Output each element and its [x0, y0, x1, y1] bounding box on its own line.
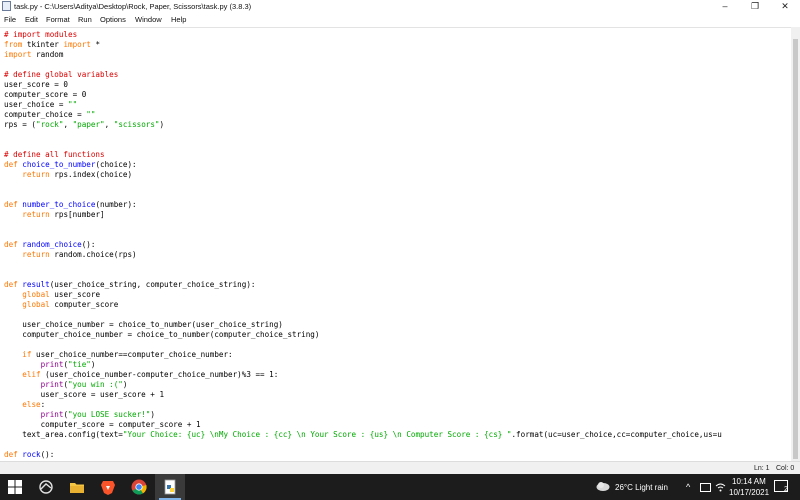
- folder-icon: [70, 483, 84, 493]
- menu-format[interactable]: Format: [46, 13, 70, 26]
- weather-text[interactable]: 26°C Light rain: [615, 483, 668, 492]
- clock-time[interactable]: 10:14 AM: [732, 477, 766, 486]
- task-view-icon: [39, 480, 53, 494]
- chrome-browser-button[interactable]: [124, 474, 154, 500]
- minimize-button[interactable]: –: [710, 0, 740, 13]
- code-editor[interactable]: # import modules from tkinter import * i…: [0, 27, 791, 462]
- close-button[interactable]: ✕: [770, 0, 800, 13]
- maximize-button[interactable]: ❐: [740, 0, 770, 13]
- network-icon[interactable]: [700, 483, 711, 492]
- cloud-rain-icon: [596, 482, 610, 491]
- menu-options[interactable]: Options: [100, 13, 126, 26]
- idle-editor-button[interactable]: [155, 474, 185, 500]
- python-file-icon: [164, 479, 176, 495]
- clock-date[interactable]: 10/17/2021: [729, 488, 769, 497]
- chrome-icon: [131, 479, 147, 495]
- status-bar: Ln: 1 Col: 0: [0, 461, 800, 475]
- window-title: task.py - C:\Users\Aditya\Desktop\Rock, …: [14, 2, 252, 11]
- code-text[interactable]: # import modules from tkinter import * i…: [4, 30, 722, 462]
- brave-browser-button[interactable]: [93, 474, 123, 500]
- menu-run[interactable]: Run: [78, 13, 92, 26]
- menu-window[interactable]: Window: [135, 13, 162, 26]
- taskbar: 26°C Light rain ^ 10:14 AM 10/17/2021 2: [0, 474, 800, 500]
- task-view-button[interactable]: [31, 474, 61, 500]
- menu-file[interactable]: File: [4, 13, 16, 26]
- title-bar: task.py - C:\Users\Aditya\Desktop\Rock, …: [0, 0, 800, 13]
- brave-lion-icon: [101, 481, 115, 495]
- file-explorer-button[interactable]: [62, 474, 92, 500]
- wifi-icon[interactable]: [715, 482, 726, 492]
- start-button[interactable]: [0, 474, 30, 500]
- menu-bar: File Edit Format Run Options Window Help: [0, 13, 800, 26]
- menu-help[interactable]: Help: [171, 13, 186, 26]
- vertical-scrollbar[interactable]: [791, 27, 800, 461]
- python-file-icon: [2, 1, 11, 11]
- menu-edit[interactable]: Edit: [25, 13, 38, 26]
- notification-count: 2: [784, 486, 788, 493]
- windows-start-icon: [8, 480, 22, 494]
- scrollbar-thumb[interactable]: [793, 39, 798, 459]
- tray-overflow-button[interactable]: ^: [686, 482, 690, 492]
